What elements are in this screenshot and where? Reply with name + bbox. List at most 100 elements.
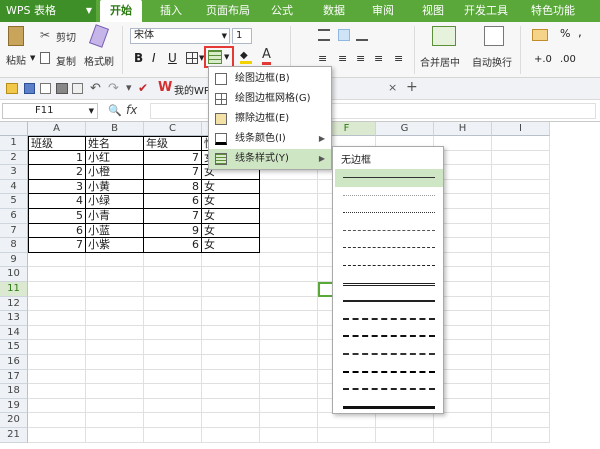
cell[interactable] [86, 325, 144, 341]
line-style-option[interactable] [335, 363, 443, 381]
cell[interactable] [260, 296, 318, 312]
cell[interactable] [202, 398, 260, 414]
cell[interactable] [260, 252, 318, 268]
cell[interactable] [260, 194, 318, 209]
paste-button[interactable]: 粘贴 [6, 52, 26, 67]
tab-developer[interactable]: 开发工具 [456, 0, 516, 22]
cell[interactable] [260, 223, 318, 239]
cell[interactable] [492, 296, 550, 312]
row-header[interactable]: 11 [0, 282, 28, 297]
cell[interactable] [492, 209, 550, 224]
row-header[interactable]: 18 [0, 384, 28, 399]
chevron-down-icon[interactable]: ▼ [30, 54, 35, 62]
row-header[interactable]: 19 [0, 398, 28, 414]
cell[interactable]: 女 [202, 209, 260, 224]
align-right-icon[interactable]: ≡ [356, 52, 365, 65]
line-style-option[interactable] [335, 398, 443, 416]
bold-button[interactable]: B [134, 51, 143, 65]
cell[interactable] [492, 398, 550, 414]
row-header[interactable]: 16 [0, 355, 28, 370]
row-header[interactable]: 7 [0, 223, 28, 239]
tab-data[interactable]: 数据 [314, 0, 354, 22]
wrap-text-button[interactable]: 自动换行 [472, 54, 512, 69]
cell[interactable] [492, 223, 550, 239]
save-icon[interactable] [24, 83, 35, 94]
comma-button[interactable]: , [578, 25, 582, 39]
row-header[interactable]: 1 [0, 136, 28, 151]
cell[interactable] [144, 325, 202, 341]
tab-insert[interactable]: 插入 [150, 0, 192, 22]
cell[interactable] [202, 384, 260, 399]
cell[interactable] [376, 428, 434, 443]
cell[interactable] [144, 252, 202, 268]
cell[interactable]: 1 [28, 150, 86, 166]
cell[interactable] [28, 384, 86, 399]
row-header[interactable]: 2 [0, 150, 28, 166]
cell[interactable] [492, 238, 550, 253]
chevron-down-icon[interactable]: ▼ [89, 104, 94, 118]
cell[interactable] [492, 428, 550, 443]
line-style-option[interactable] [335, 310, 443, 328]
cell[interactable]: 姓名 [86, 136, 144, 151]
align-bottom-icon[interactable] [356, 29, 368, 41]
cell[interactable]: 7 [144, 150, 202, 166]
row-header[interactable]: 4 [0, 179, 28, 195]
cell[interactable] [260, 340, 318, 355]
chevron-down-icon[interactable]: ▼ [224, 53, 229, 61]
line-style-option[interactable] [335, 239, 443, 257]
row-header[interactable]: 9 [0, 252, 28, 268]
cell[interactable] [260, 311, 318, 326]
decimal-decrease-icon[interactable]: .00 [560, 54, 576, 65]
cell[interactable]: 6 [28, 223, 86, 239]
cell[interactable]: 4 [28, 194, 86, 209]
column-header[interactable]: H [434, 122, 492, 136]
tab-view[interactable]: 视图 [413, 0, 453, 22]
cell[interactable] [86, 267, 144, 282]
cell[interactable] [260, 267, 318, 282]
cell[interactable] [86, 296, 144, 312]
draw-border-grid-item[interactable]: 绘图边框网格(G) [209, 89, 331, 109]
align-top-icon[interactable] [318, 29, 330, 41]
cell[interactable]: 7 [28, 238, 86, 253]
column-header[interactable]: G [376, 122, 434, 136]
format-painter-button[interactable]: 格式刷 [84, 53, 114, 68]
cell[interactable] [260, 398, 318, 414]
distributed-icon[interactable]: ≡ [394, 52, 403, 65]
cell[interactable]: 女 [202, 238, 260, 253]
cell[interactable] [144, 311, 202, 326]
print-icon[interactable] [56, 83, 68, 94]
border-style-icon[interactable] [208, 50, 222, 64]
cell[interactable] [28, 252, 86, 268]
cell[interactable] [86, 398, 144, 414]
cell[interactable] [144, 296, 202, 312]
cell[interactable] [260, 238, 318, 253]
redo-icon[interactable]: ↷ [108, 81, 119, 96]
cell[interactable]: 2 [28, 165, 86, 180]
cell[interactable] [86, 252, 144, 268]
currency-icon[interactable] [532, 29, 548, 41]
paste-icon[interactable] [8, 26, 24, 46]
cell[interactable] [202, 413, 260, 428]
cell[interactable] [86, 311, 144, 326]
cell[interactable]: 小绿 [86, 194, 144, 209]
cell[interactable] [260, 282, 318, 297]
justify-icon[interactable]: ≡ [374, 52, 383, 65]
cell[interactable] [86, 384, 144, 399]
italic-button[interactable]: I [152, 51, 156, 65]
name-box[interactable]: F11 ▼ [2, 103, 98, 119]
tab-formulas[interactable]: 公式 [262, 0, 302, 22]
cell[interactable] [144, 282, 202, 297]
open-folder-icon[interactable] [6, 83, 18, 94]
cell[interactable] [202, 282, 260, 297]
cell[interactable] [86, 355, 144, 370]
cell[interactable] [492, 179, 550, 195]
cell[interactable] [144, 398, 202, 414]
cell[interactable] [318, 428, 376, 443]
cell[interactable] [260, 325, 318, 341]
cell[interactable]: 小蓝 [86, 223, 144, 239]
cell[interactable] [492, 384, 550, 399]
row-header[interactable]: 10 [0, 267, 28, 282]
row-header[interactable]: 17 [0, 369, 28, 385]
select-all-corner[interactable] [0, 122, 28, 136]
align-left-icon[interactable]: ≡ [318, 52, 327, 65]
